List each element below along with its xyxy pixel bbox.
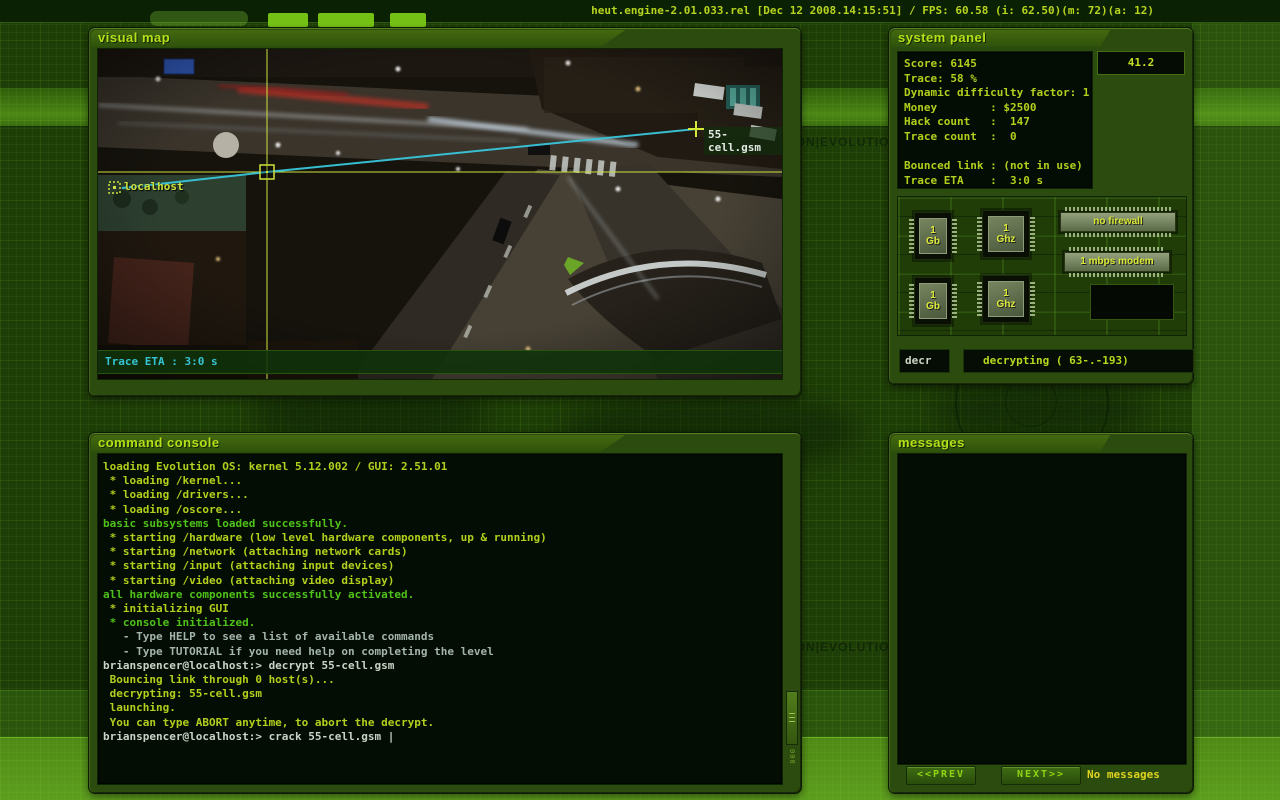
logo-pill-decal <box>150 11 248 26</box>
decrypt-status-box: decrypting ( 63-.-193) <box>963 349 1194 373</box>
console-line: Trace ETA : 3:0 s <box>904 173 1044 187</box>
console-line: * loading /oscore... <box>103 502 243 516</box>
console-line: * loading /kernel... <box>103 474 243 488</box>
target-host-label: 55-cell.gsm <box>704 127 782 155</box>
logo-fragment <box>268 13 308 27</box>
crosshair-center-dot <box>266 171 268 173</box>
game-screen: TION|EVOLUTION TION|EVOLUTION heut.engin… <box>0 0 1280 800</box>
console-line: Hack count : 147 <box>904 115 1030 129</box>
system-panel-title: system panel <box>898 30 987 45</box>
ram-chip-label: 1 <box>930 289 936 301</box>
ram-chip-label: Gb <box>926 235 940 247</box>
console-frame-decal: 000 <box>788 749 796 765</box>
console-line: * initializing GUI <box>103 602 229 616</box>
messages-status-text: No messages <box>1087 768 1160 781</box>
visual-map-title: visual map <box>98 30 171 45</box>
system-stats: Score: 6145 Trace: 58 % Dynamic difficulty… <box>897 51 1093 189</box>
console-line: Bounced link : (not in use) <box>904 159 1083 173</box>
console-line: loading Evolution OS: kernel 5.12.002 / … <box>103 460 448 473</box>
hardware-board: 1 Gb 1 Gb 1 Ghz 1 Ghz no firewall 1 mbps… <box>897 196 1187 336</box>
logo-fragment <box>318 13 374 27</box>
console-line: decrypting: 55-cell.gsm <box>103 687 262 701</box>
cpu-chip-label: 1 <box>1003 222 1009 234</box>
system-panel: system panel Score: 6145 Trace: 58 % Dynam… <box>888 27 1194 385</box>
modem-slot: 1 mbps modem <box>1064 247 1170 277</box>
console-line: basic subsystems loaded successfully. <box>103 516 349 530</box>
console-output[interactable]: loading Evolution OS: kernel 5.12.002 / … <box>97 453 783 785</box>
console-line: Score: 6145 <box>904 57 977 70</box>
console-line: * starting /input (attaching input devic… <box>103 559 395 573</box>
console-scrollbar-thumb[interactable] <box>786 691 798 745</box>
console-line: Bouncing link through 0 host(s)... <box>103 673 335 687</box>
console-line: Trace count : 0 <box>904 129 1017 143</box>
console-line: Trace: 58 % <box>904 71 977 85</box>
bounce-link-line <box>121 128 697 189</box>
messages-title: messages <box>898 435 965 450</box>
console-line: brianspencer@localhost:> crack 55-cell.g… <box>103 729 395 743</box>
gauge-value: 41.2 <box>1127 56 1155 69</box>
console-line: Dynamic difficulty factor: 1 <box>904 86 1090 100</box>
ram-chip: 1 Gb <box>909 277 957 325</box>
console-line: launching. <box>103 701 176 715</box>
messages-panel: messages <<PREV NEXT>> No messages <box>888 432 1194 794</box>
console-line: * starting /hardware (low level hardware… <box>103 531 547 545</box>
ram-chip-label: Gb <box>926 300 940 312</box>
console-line: You can type ABORT anytime, to abort the… <box>103 715 435 729</box>
console-line: Money : $2500 <box>904 100 1037 114</box>
empty-hardware-slot <box>1090 284 1174 320</box>
cpu-chip: 1 Ghz <box>977 275 1035 323</box>
map-overlay <box>98 49 782 379</box>
console-line: - Type HELP to see a list of available c… <box>103 630 435 644</box>
console-line: * loading /drivers... <box>103 488 249 502</box>
next-message-button[interactable]: NEXT>> <box>1001 766 1081 785</box>
firewall-slot: no firewall <box>1060 207 1176 237</box>
cpu-chip: 1 Ghz <box>977 210 1035 258</box>
cpu-chip-label: Ghz <box>996 298 1016 310</box>
gauge-readout: 41.2 <box>1097 51 1185 75</box>
console-line: all hardware components successfully act… <box>103 587 415 601</box>
ram-chip-label: 1 <box>930 224 936 236</box>
decr-command-box: decr <box>899 349 950 373</box>
ram-chip: 1 Gb <box>909 212 957 260</box>
localhost-label: localhost <box>124 180 184 193</box>
command-console-panel: command console loading Evolution OS: ke… <box>88 432 802 794</box>
console-line: - Type TUTORIAL if you need help on comp… <box>103 644 494 658</box>
localhost-marker-dot <box>113 186 116 189</box>
prev-message-button[interactable]: <<PREV <box>906 766 976 785</box>
map-trace-eta-bar: Trace ETA : 3:0 s <box>98 350 782 374</box>
console-line: * starting /video (attaching video displ… <box>103 573 395 587</box>
engine-status-text: heut.engine-2.01.033.rel [Dec 12 2008.14… <box>591 4 1154 17</box>
console-line: * console initialized. <box>103 616 256 630</box>
cpu-chip-label: Ghz <box>996 233 1016 245</box>
visual-map-panel: visual map localhost 55-cell.gsm Trace E… <box>88 27 802 397</box>
logo-fragment <box>390 13 426 27</box>
cpu-chip-label: 1 <box>1003 287 1009 299</box>
console-line: * starting /network (attaching network c… <box>103 545 408 559</box>
messages-body <box>897 453 1187 765</box>
visual-map-header <box>91 30 626 47</box>
command-console-title: command console <box>98 435 220 450</box>
map-viewport: localhost 55-cell.gsm Trace ETA : 3:0 s <box>97 48 783 380</box>
console-line: brianspencer@localhost:> decrypt 55-cell… <box>103 658 395 672</box>
